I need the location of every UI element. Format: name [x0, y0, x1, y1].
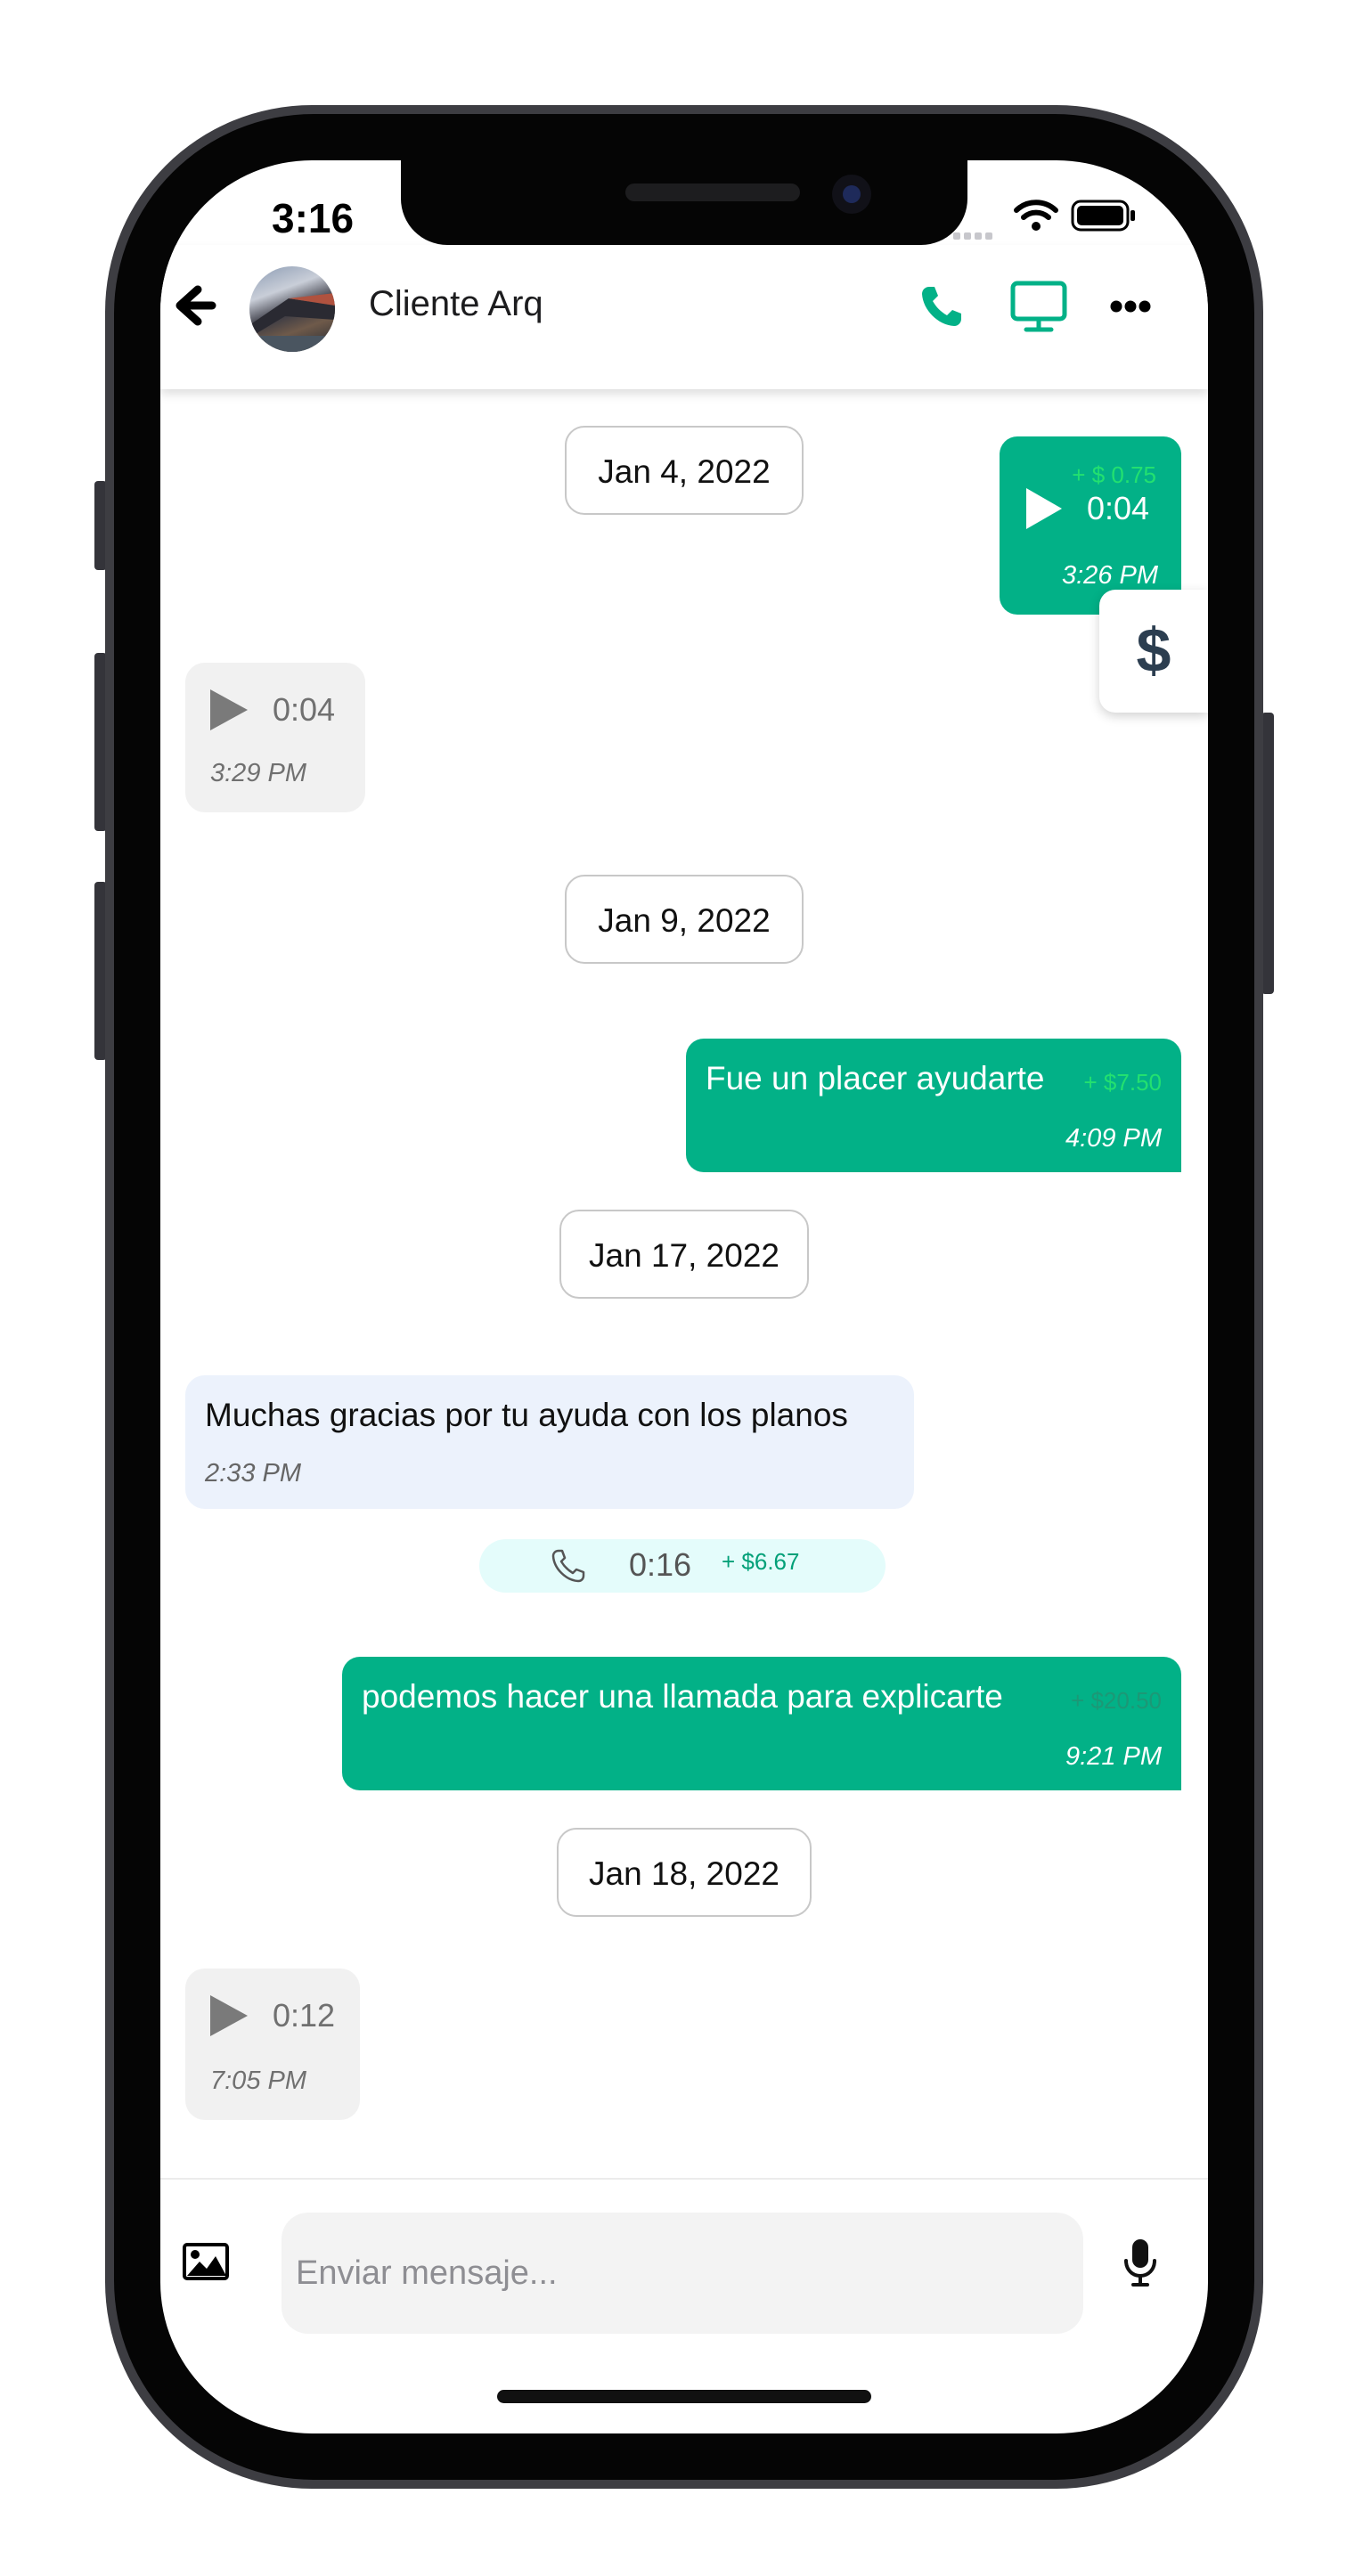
- more-icon[interactable]: [1110, 298, 1151, 314]
- message-input[interactable]: [282, 2213, 1083, 2334]
- date-separator: Jan 9, 2022: [565, 875, 804, 964]
- incoming-audio-message: 0:04 3:29 PM: [185, 663, 365, 812]
- message-time: 2:33 PM: [205, 1459, 301, 1488]
- date-separator: Jan 17, 2022: [559, 1210, 809, 1299]
- phone-screen: 3:16 Cliente Arq Jan 4, 2022 + $ 0.75 0:…: [160, 160, 1208, 2433]
- audio-duration: 0:04: [1087, 490, 1150, 526]
- outgoing-text-message: podemos hacer una llamada para explicart…: [342, 1657, 1181, 1790]
- status-time: 3:16: [272, 195, 355, 241]
- incoming-text-message: Muchas gracias por tu ayuda con los plan…: [185, 1375, 914, 1509]
- chat-header: Cliente Arq: [160, 245, 1208, 389]
- home-indicator: [497, 2390, 871, 2403]
- battery-icon: [1071, 200, 1135, 232]
- tip-button[interactable]: $: [1099, 590, 1208, 713]
- audio-duration: 0:12: [273, 1997, 336, 2034]
- front-camera: [832, 175, 871, 214]
- call-duration: 0:16: [629, 1546, 692, 1583]
- earpiece-speaker: [625, 183, 800, 201]
- play-icon[interactable]: [1024, 486, 1064, 531]
- wifi-icon: [1014, 200, 1058, 231]
- date-separator: Jan 18, 2022: [557, 1828, 812, 1917]
- message-time: 9:21 PM: [1065, 1742, 1162, 1771]
- outgoing-text-message: Fue un placer ayudarte + $7.50 4:09 PM: [686, 1039, 1181, 1172]
- contact-name[interactable]: Cliente Arq: [369, 284, 543, 324]
- notch: [401, 160, 967, 245]
- message-text: Muchas gracias por tu ayuda con los plan…: [205, 1397, 848, 1433]
- arrow-left-icon[interactable]: [171, 282, 217, 329]
- message-time: 7:05 PM: [210, 2067, 306, 2095]
- message-price: + $ 0.75: [1072, 461, 1156, 488]
- message-time: 3:29 PM: [210, 759, 306, 787]
- microphone-icon[interactable]: [1122, 2238, 1158, 2287]
- call-record: 0:16 + $6.67: [479, 1539, 886, 1593]
- date-separator: Jan 4, 2022: [565, 426, 804, 515]
- phone-icon: [551, 1549, 585, 1583]
- audio-duration: 0:04: [273, 691, 336, 728]
- message-text: podemos hacer una llamada para explicart…: [362, 1678, 1003, 1715]
- avatar[interactable]: [249, 266, 335, 352]
- phone-icon[interactable]: [919, 284, 964, 329]
- play-icon[interactable]: [208, 688, 249, 732]
- power-button: [1261, 713, 1274, 994]
- play-icon[interactable]: [208, 1993, 249, 2038]
- image-icon[interactable]: [182, 2242, 230, 2281]
- cellular-signal-icon: [953, 228, 996, 244]
- monitor-icon[interactable]: [1010, 281, 1067, 334]
- dollar-icon: $: [1136, 615, 1171, 685]
- incoming-audio-message: 0:12 7:05 PM: [185, 1969, 360, 2120]
- outgoing-audio-message: + $ 0.75 0:04 3:26 PM: [1000, 436, 1181, 615]
- call-price: + $6.67: [722, 1548, 800, 1575]
- message-text: Fue un placer ayudarte: [706, 1060, 1045, 1096]
- message-time: 3:26 PM: [1062, 561, 1158, 590]
- message-price: + $7.50: [1083, 1069, 1162, 1096]
- input-divider: [160, 2178, 1208, 2180]
- message-time: 4:09 PM: [1065, 1124, 1162, 1153]
- message-price: + $20.50: [1071, 1687, 1162, 1714]
